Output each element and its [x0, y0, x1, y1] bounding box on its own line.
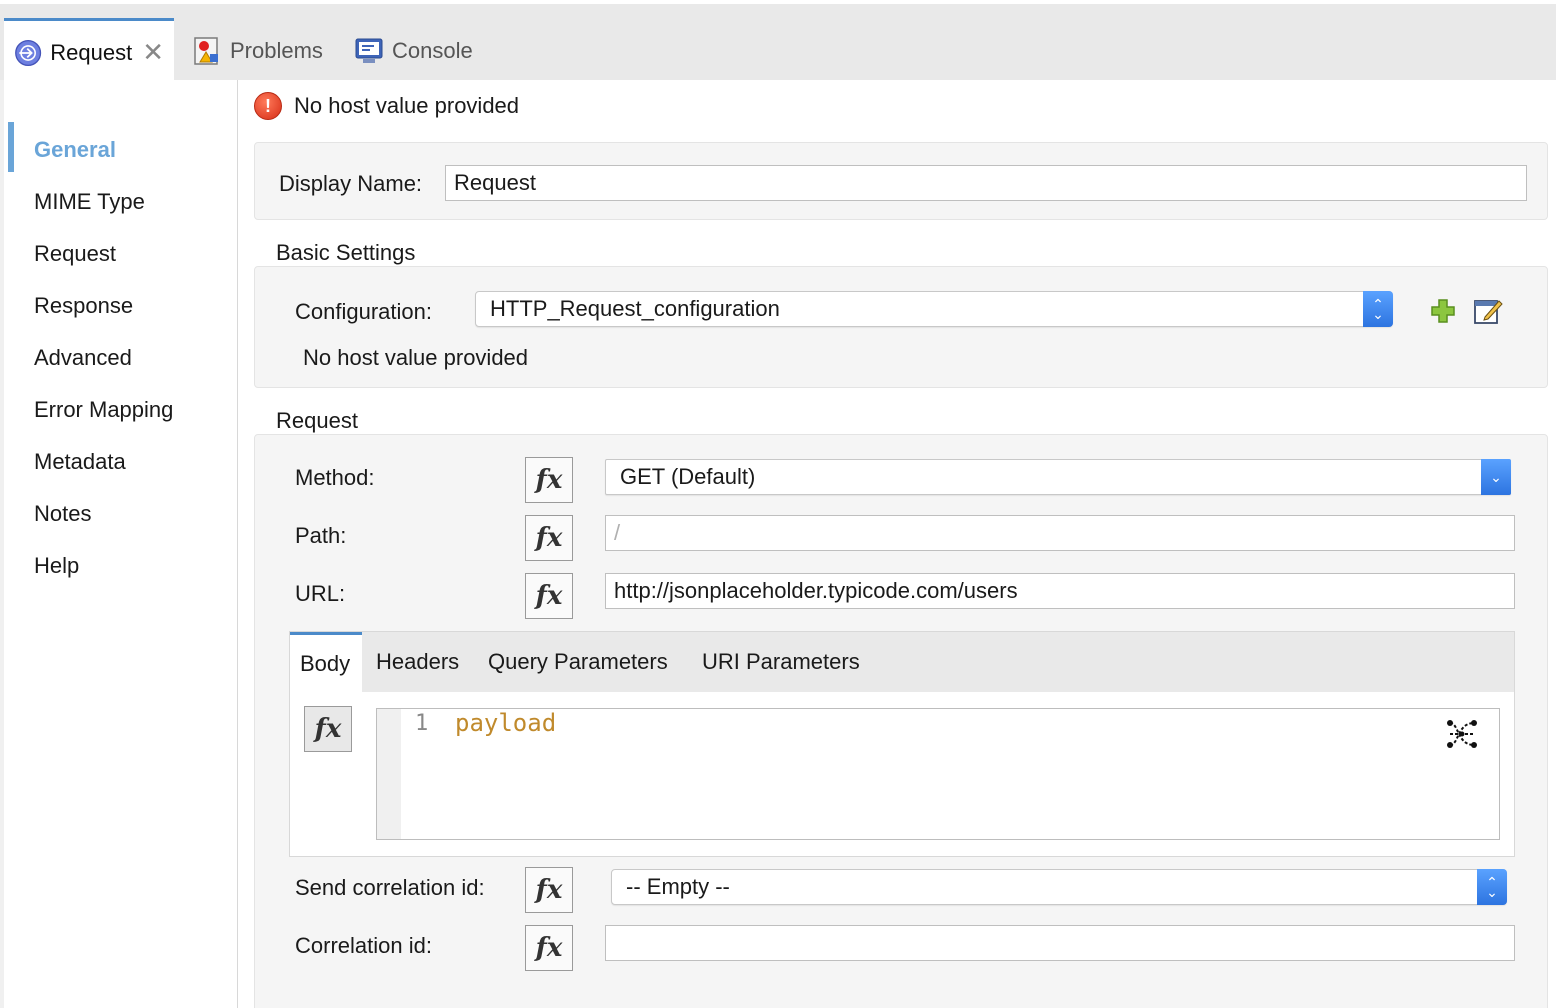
send-correlation-label: Send correlation id:: [295, 875, 485, 900]
url-label: URL:: [295, 581, 346, 606]
url-input[interactable]: http://jsonplaceholder.typicode.com/user…: [605, 573, 1515, 609]
basic-settings-title: Basic Settings: [276, 240, 416, 265]
configuration-select[interactable]: HTTP_Request_configuration ⌃ ⌄: [475, 291, 1393, 327]
send-correlation-fx-button[interactable]: fx: [525, 867, 573, 913]
close-icon[interactable]: ✕: [142, 37, 164, 68]
editor-code[interactable]: payload: [455, 709, 556, 737]
display-name-input[interactable]: Request: [445, 165, 1527, 201]
editor-gutter: [377, 709, 401, 839]
method-select[interactable]: GET (Default) ⌄: [605, 459, 1511, 495]
configuration-label: Configuration:: [295, 299, 432, 324]
error-banner: ! No host value provided: [254, 92, 519, 120]
nav-item-response[interactable]: Response: [34, 293, 133, 319]
display-name-panel: Display Name: Request: [254, 142, 1548, 220]
subtab-query-parameters[interactable]: Query Parameters: [488, 632, 668, 692]
request-panel: Method: fx GET (Default) ⌄ Path: fx / UR…: [254, 434, 1548, 1008]
nav-item-notes[interactable]: Notes: [34, 501, 91, 527]
tab-request[interactable]: Request ✕: [4, 18, 174, 84]
tab-request-label: Request: [50, 39, 133, 65]
error-message: No host value provided: [294, 93, 520, 118]
send-correlation-select[interactable]: -- Empty -- ⌃ ⌄: [611, 869, 1507, 905]
configuration-value: HTTP_Request_configuration: [490, 296, 780, 321]
tab-console[interactable]: Console: [344, 18, 483, 84]
body-fx-button[interactable]: fx: [304, 706, 352, 752]
nav-item-help[interactable]: Help: [34, 553, 79, 579]
subtab-uri-parameters[interactable]: URI Parameters: [702, 632, 860, 692]
subtab-headers[interactable]: Headers: [376, 632, 459, 692]
problems-icon: [194, 37, 218, 65]
add-configuration-icon[interactable]: [1429, 297, 1457, 325]
nav-item-general[interactable]: General: [34, 137, 116, 163]
method-fx-button[interactable]: fx: [525, 457, 573, 503]
editor-line-number: 1: [415, 711, 429, 736]
request-globe-icon: [15, 39, 42, 66]
select-arrows-icon[interactable]: ⌃ ⌄: [1477, 869, 1507, 905]
editor-tab-strip: Request ✕ Problems Console: [0, 0, 1556, 84]
properties-nav: General MIME Type Request Response Advan…: [0, 80, 238, 1008]
tab-problems-label: Problems: [230, 38, 323, 63]
subtab-body[interactable]: Body: [290, 632, 362, 692]
nav-item-metadata[interactable]: Metadata: [34, 449, 126, 475]
properties-main: ! No host value provided Display Name: R…: [238, 80, 1556, 1008]
nav-active-marker: [8, 122, 14, 172]
nav-item-error-mapping[interactable]: Error Mapping: [34, 397, 173, 423]
transform-mapping-icon[interactable]: [1445, 717, 1479, 751]
correlation-id-fx-button[interactable]: fx: [525, 925, 573, 971]
url-fx-button[interactable]: fx: [525, 573, 573, 619]
correlation-id-input[interactable]: [605, 925, 1515, 961]
subtab-bar: Body Headers Query Parameters URI Parame…: [290, 632, 1514, 692]
tab-problems[interactable]: Problems: [182, 18, 333, 84]
nav-item-advanced[interactable]: Advanced: [34, 345, 132, 371]
configuration-error-message: No host value provided: [303, 345, 529, 370]
request-subtabs: Body Headers Query Parameters URI Parame…: [289, 631, 1515, 857]
nav-item-request[interactable]: Request: [34, 241, 116, 267]
send-correlation-value: -- Empty --: [626, 874, 730, 899]
console-icon: [355, 38, 383, 63]
basic-settings-panel: Configuration: HTTP_Request_configuratio…: [254, 266, 1548, 388]
path-input[interactable]: /: [605, 515, 1515, 551]
error-icon: !: [254, 92, 282, 120]
path-fx-button[interactable]: fx: [525, 515, 573, 561]
method-label: Method:: [295, 465, 375, 490]
display-name-label: Display Name:: [279, 171, 423, 196]
select-arrows-icon[interactable]: ⌃ ⌄: [1363, 291, 1393, 327]
tab-console-label: Console: [392, 38, 473, 63]
method-value: GET (Default): [620, 464, 756, 489]
edit-configuration-icon[interactable]: [1473, 297, 1503, 325]
correlation-id-label: Correlation id:: [295, 933, 432, 958]
request-section-title: Request: [276, 408, 358, 433]
chevron-down-icon[interactable]: ⌄: [1481, 459, 1511, 495]
body-code-editor[interactable]: 1 payload: [376, 708, 1500, 840]
path-label: Path:: [295, 523, 347, 548]
nav-item-mime-type[interactable]: MIME Type: [34, 189, 145, 215]
